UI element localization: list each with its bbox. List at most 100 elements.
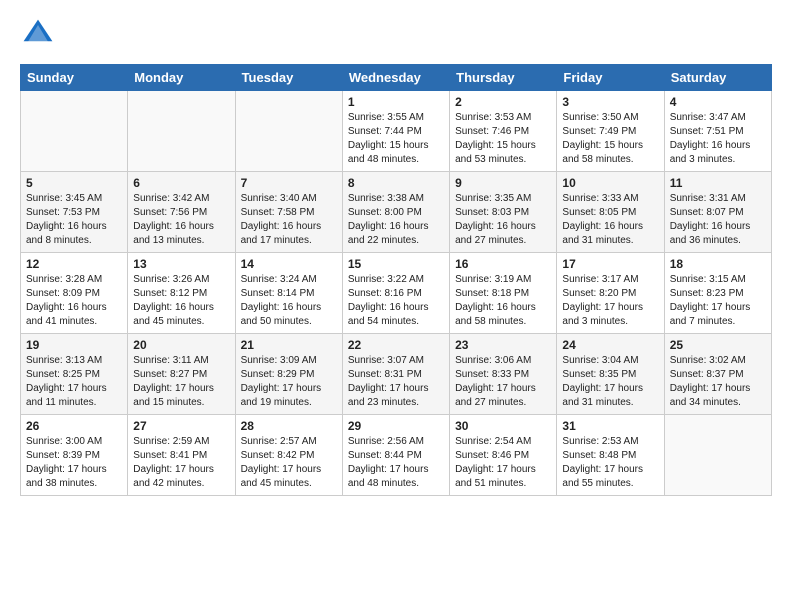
day-info: Sunrise: 2:56 AM Sunset: 8:44 PM Dayligh… (348, 435, 444, 491)
calendar-cell: 7 Sunrise: 3:40 AM Sunset: 7:58 PM Daylig… (235, 172, 342, 253)
day-number: 27 (133, 419, 229, 433)
day-info: Sunrise: 3:19 AM Sunset: 8:18 PM Dayligh… (455, 273, 551, 329)
day-info: Sunrise: 3:28 AM Sunset: 8:09 PM Dayligh… (26, 273, 122, 329)
calendar-cell: 30 Sunrise: 2:54 AM Sunset: 8:46 PM Dayli… (450, 415, 557, 496)
day-info: Sunrise: 3:13 AM Sunset: 8:25 PM Dayligh… (26, 354, 122, 410)
day-number: 4 (670, 95, 766, 109)
day-info: Sunrise: 3:35 AM Sunset: 8:03 PM Dayligh… (455, 192, 551, 248)
calendar-cell: 17Sunrise: 3:17 AM Sunset: 8:20 PM Dayli… (557, 253, 664, 334)
day-info: Sunrise: 3:06 AM Sunset: 8:33 PM Dayligh… (455, 354, 551, 410)
day-number: 18 (670, 257, 766, 271)
day-number: 2 (455, 95, 551, 109)
day-number: 3 (562, 95, 658, 109)
day-info: Sunrise: 2:54 AM Sunset: 8:46 PM Dayligh… (455, 435, 551, 491)
calendar-cell: 21 Sunrise: 3:09 AM Sunset: 8:29 PM Dayli… (235, 334, 342, 415)
weekday-header-saturday: Saturday (664, 65, 771, 91)
calendar-cell: 12 Sunrise: 3:28 AM Sunset: 8:09 PM Dayli… (21, 253, 128, 334)
day-number: 5 (26, 176, 122, 190)
calendar-cell: 5Sunrise: 3:45 AM Sunset: 7:53 PM Daylig… (21, 172, 128, 253)
calendar-cell: 25 Sunrise: 3:02 AM Sunset: 8:37 PM Dayli… (664, 334, 771, 415)
logo-icon (20, 16, 56, 52)
week-row-4: 19 Sunrise: 3:13 AM Sunset: 8:25 PM Dayli… (21, 334, 772, 415)
day-number: 12 (26, 257, 122, 271)
calendar-cell: 29 Sunrise: 2:56 AM Sunset: 8:44 PM Dayli… (342, 415, 449, 496)
calendar-cell: 13Sunrise: 3:26 AM Sunset: 8:12 PM Dayli… (128, 253, 235, 334)
calendar-cell: 20 Sunrise: 3:11 AM Sunset: 8:27 PM Dayli… (128, 334, 235, 415)
calendar-cell: 24 Sunrise: 3:04 AM Sunset: 8:35 PM Dayli… (557, 334, 664, 415)
calendar-cell: 3 Sunrise: 3:50 AM Sunset: 7:49 PM Daylig… (557, 91, 664, 172)
day-number: 14 (241, 257, 337, 271)
day-number: 19 (26, 338, 122, 352)
calendar-cell: 11Sunrise: 3:31 AM Sunset: 8:07 PM Dayli… (664, 172, 771, 253)
day-number: 24 (562, 338, 658, 352)
day-number: 28 (241, 419, 337, 433)
day-number: 17 (562, 257, 658, 271)
day-number: 1 (348, 95, 444, 109)
day-info: Sunrise: 3:11 AM Sunset: 8:27 PM Dayligh… (133, 354, 229, 410)
calendar-cell: 26Sunrise: 3:00 AM Sunset: 8:39 PM Dayli… (21, 415, 128, 496)
day-info: Sunrise: 3:24 AM Sunset: 8:14 PM Dayligh… (241, 273, 337, 329)
calendar-cell: 14 Sunrise: 3:24 AM Sunset: 8:14 PM Dayli… (235, 253, 342, 334)
day-number: 9 (455, 176, 551, 190)
calendar-cell: 31 Sunrise: 2:53 AM Sunset: 8:48 PM Dayli… (557, 415, 664, 496)
calendar-cell: 15 Sunrise: 3:22 AM Sunset: 8:16 PM Dayli… (342, 253, 449, 334)
weekday-header-tuesday: Tuesday (235, 65, 342, 91)
day-number: 30 (455, 419, 551, 433)
day-info: Sunrise: 3:42 AM Sunset: 7:56 PM Dayligh… (133, 192, 229, 248)
weekday-header-wednesday: Wednesday (342, 65, 449, 91)
week-row-2: 5Sunrise: 3:45 AM Sunset: 7:53 PM Daylig… (21, 172, 772, 253)
calendar-cell: 10 Sunrise: 3:33 AM Sunset: 8:05 PM Dayli… (557, 172, 664, 253)
calendar-cell: 8 Sunrise: 3:38 AM Sunset: 8:00 PM Daylig… (342, 172, 449, 253)
day-info: Sunrise: 2:57 AM Sunset: 8:42 PM Dayligh… (241, 435, 337, 491)
day-number: 22 (348, 338, 444, 352)
day-number: 23 (455, 338, 551, 352)
day-info: Sunrise: 3:09 AM Sunset: 8:29 PM Dayligh… (241, 354, 337, 410)
calendar-cell: 22 Sunrise: 3:07 AM Sunset: 8:31 PM Dayli… (342, 334, 449, 415)
week-row-1: 1 Sunrise: 3:55 AM Sunset: 7:44 PM Daylig… (21, 91, 772, 172)
day-number: 10 (562, 176, 658, 190)
calendar-cell: 9 Sunrise: 3:35 AM Sunset: 8:03 PM Daylig… (450, 172, 557, 253)
logo (20, 16, 60, 52)
day-info: Sunrise: 3:04 AM Sunset: 8:35 PM Dayligh… (562, 354, 658, 410)
calendar-cell: 27 Sunrise: 2:59 AM Sunset: 8:41 PM Dayli… (128, 415, 235, 496)
calendar-cell (235, 91, 342, 172)
calendar-cell (664, 415, 771, 496)
calendar-cell: 6 Sunrise: 3:42 AM Sunset: 7:56 PM Daylig… (128, 172, 235, 253)
day-info: Sunrise: 3:00 AM Sunset: 8:39 PM Dayligh… (26, 435, 122, 491)
day-info: Sunrise: 2:53 AM Sunset: 8:48 PM Dayligh… (562, 435, 658, 491)
day-number: 15 (348, 257, 444, 271)
calendar-cell: 23 Sunrise: 3:06 AM Sunset: 8:33 PM Dayli… (450, 334, 557, 415)
calendar-cell: 4Sunrise: 3:47 AM Sunset: 7:51 PM Daylig… (664, 91, 771, 172)
day-info: Sunrise: 3:33 AM Sunset: 8:05 PM Dayligh… (562, 192, 658, 248)
day-info: Sunrise: 3:55 AM Sunset: 7:44 PM Dayligh… (348, 111, 444, 167)
day-info: Sunrise: 3:40 AM Sunset: 7:58 PM Dayligh… (241, 192, 337, 248)
day-number: 25 (670, 338, 766, 352)
day-number: 21 (241, 338, 337, 352)
day-number: 7 (241, 176, 337, 190)
weekday-header-friday: Friday (557, 65, 664, 91)
week-row-3: 12 Sunrise: 3:28 AM Sunset: 8:09 PM Dayli… (21, 253, 772, 334)
day-info: Sunrise: 3:38 AM Sunset: 8:00 PM Dayligh… (348, 192, 444, 248)
day-info: Sunrise: 3:22 AM Sunset: 8:16 PM Dayligh… (348, 273, 444, 329)
day-info: Sunrise: 3:53 AM Sunset: 7:46 PM Dayligh… (455, 111, 551, 167)
day-info: Sunrise: 3:02 AM Sunset: 8:37 PM Dayligh… (670, 354, 766, 410)
calendar-cell: 28 Sunrise: 2:57 AM Sunset: 8:42 PM Dayli… (235, 415, 342, 496)
calendar-cell (21, 91, 128, 172)
day-number: 8 (348, 176, 444, 190)
weekday-header-sunday: Sunday (21, 65, 128, 91)
calendar: SundayMondayTuesdayWednesdayThursdayFrid… (20, 64, 772, 496)
day-number: 20 (133, 338, 229, 352)
header (20, 16, 772, 52)
calendar-cell: 1 Sunrise: 3:55 AM Sunset: 7:44 PM Daylig… (342, 91, 449, 172)
day-info: Sunrise: 3:26 AM Sunset: 8:12 PM Dayligh… (133, 273, 229, 329)
day-info: Sunrise: 3:07 AM Sunset: 8:31 PM Dayligh… (348, 354, 444, 410)
day-number: 11 (670, 176, 766, 190)
day-number: 31 (562, 419, 658, 433)
day-number: 6 (133, 176, 229, 190)
day-number: 29 (348, 419, 444, 433)
weekday-header-row: SundayMondayTuesdayWednesdayThursdayFrid… (21, 65, 772, 91)
day-info: Sunrise: 3:50 AM Sunset: 7:49 PM Dayligh… (562, 111, 658, 167)
day-info: Sunrise: 2:59 AM Sunset: 8:41 PM Dayligh… (133, 435, 229, 491)
weekday-header-monday: Monday (128, 65, 235, 91)
weekday-header-thursday: Thursday (450, 65, 557, 91)
